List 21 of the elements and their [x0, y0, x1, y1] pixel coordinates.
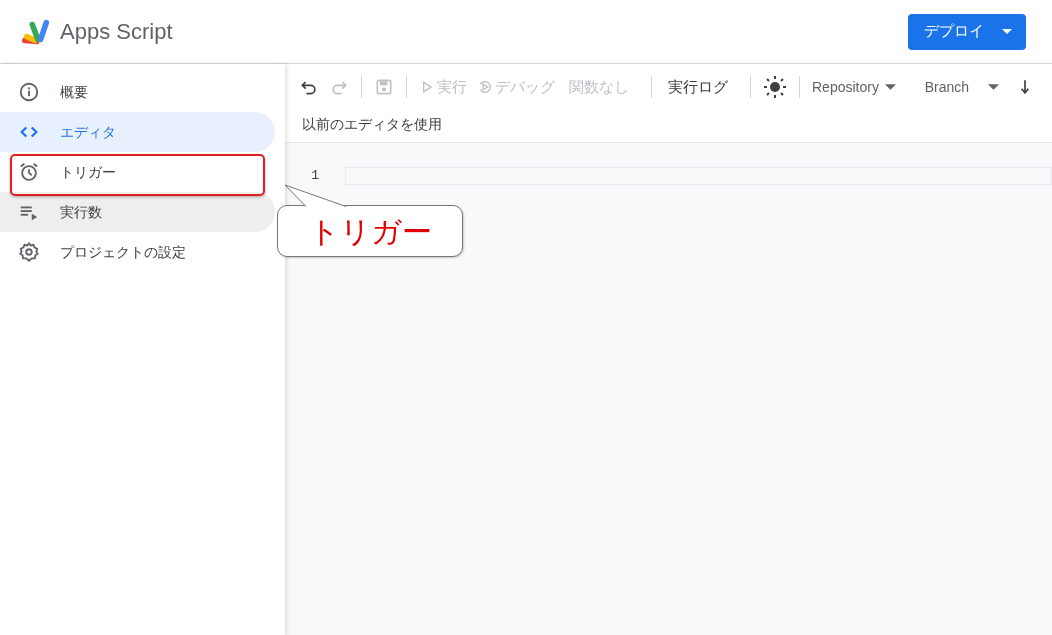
legacy-editor-link[interactable]: 以前のエディタを使用 [302, 114, 442, 135]
caret-icon [1002, 29, 1012, 34]
log-button[interactable]: 実行ログ [664, 75, 732, 99]
app-title: Apps Script [60, 18, 173, 46]
sidebar-item[interactable]: 実行数 [0, 192, 275, 232]
caret-icon [884, 84, 896, 90]
app-logo [20, 17, 52, 46]
theme-button[interactable] [763, 75, 787, 99]
caret-icon [987, 84, 999, 90]
dropdown-button[interactable]: Branch [911, 76, 999, 98]
dropdown-button[interactable]: Repository [812, 76, 896, 98]
alarm-clock-icon [18, 161, 40, 183]
settings-icon [18, 241, 40, 263]
save-icon [374, 77, 394, 97]
line-number: 1 [310, 167, 319, 186]
debug-icon [477, 79, 493, 95]
sun-icon [763, 75, 787, 99]
callout-text: トリガー [308, 213, 432, 250]
sidebar-item[interactable]: エディタ [0, 112, 275, 152]
info-icon [18, 81, 40, 103]
deploy-button[interactable]: デプロイ [908, 13, 1026, 50]
